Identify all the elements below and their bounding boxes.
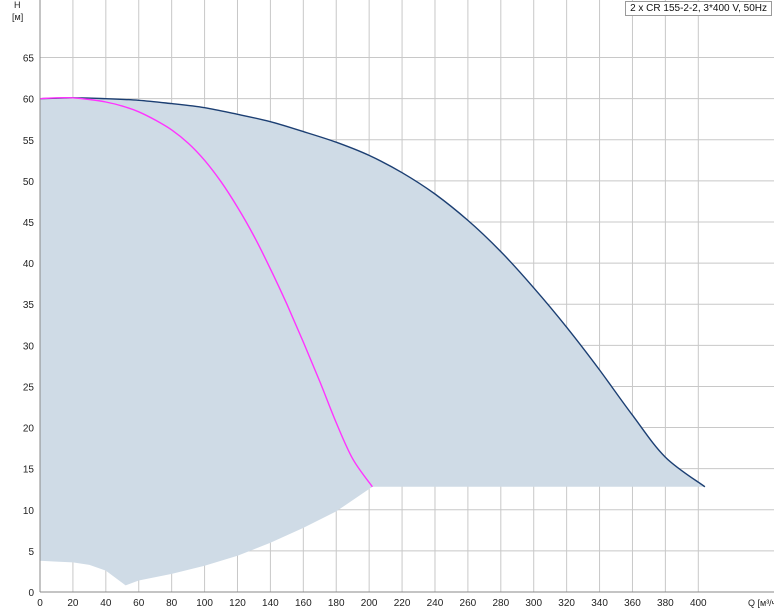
x-tick-labels: 0 20 40 60 80 100 120 140 160 180 200 220 240 260 280 3… <box>37 598 707 609</box>
y-tick-label: 20 <box>23 424 35 435</box>
y-tick-label: 15 <box>23 465 35 476</box>
legend: 2 x CR 155-2-2, 3*400 V, 50Hz <box>625 1 772 16</box>
y-tick-label: 60 <box>23 95 35 106</box>
y-tick-label: 65 <box>23 54 35 65</box>
x-tick-label: 200 <box>361 598 378 609</box>
x-tick-label: 140 <box>262 598 279 609</box>
x-tick-label: 60 <box>133 598 145 609</box>
x-axis-title: Q [м³/ч] <box>748 598 774 608</box>
x-tick-label: 80 <box>166 598 178 609</box>
y-tick-label: 10 <box>23 506 35 517</box>
x-tick-label: 360 <box>624 598 641 609</box>
y-tick-label: 30 <box>23 341 35 352</box>
x-tick-label: 320 <box>558 598 575 609</box>
x-tick-label: 100 <box>196 598 213 609</box>
x-tick-label: 120 <box>229 598 246 609</box>
x-tick-label: 40 <box>100 598 112 609</box>
x-tick-label: 300 <box>525 598 542 609</box>
y-tick-label: 5 <box>28 547 34 558</box>
y-axis-unit: [м] <box>12 12 23 22</box>
x-tick-label: 220 <box>394 598 411 609</box>
y-axis-title: H <box>14 0 21 10</box>
y-tick-label: 45 <box>23 218 35 229</box>
y-tick-labels: 0 5 10 15 20 25 30 35 40 45 50 55 60 65 <box>23 54 35 599</box>
x-tick-label: 260 <box>460 598 477 609</box>
y-tick-label: 0 <box>28 588 34 599</box>
y-tick-label: 35 <box>23 300 35 311</box>
pump-curve-chart: 0 5 10 15 20 25 30 35 40 45 50 55 60 65 0 20 40 60 80 100 1… <box>12 0 774 609</box>
x-tick-label: 280 <box>492 598 509 609</box>
x-tick-label: 340 <box>591 598 608 609</box>
x-tick-label: 20 <box>67 598 79 609</box>
x-tick-label: 380 <box>657 598 674 609</box>
legend-label: 2 x CR 155-2-2, 3*400 V, 50Hz <box>630 3 767 14</box>
y-tick-label: 50 <box>23 177 35 188</box>
y-tick-label: 40 <box>23 259 35 270</box>
y-tick-label: 55 <box>23 136 35 147</box>
x-tick-label: 180 <box>328 598 345 609</box>
y-tick-label: 25 <box>23 382 35 393</box>
x-tick-label: 400 <box>690 598 707 609</box>
x-tick-label: 160 <box>295 598 312 609</box>
x-tick-label: 240 <box>427 598 444 609</box>
x-tick-label: 0 <box>37 598 43 609</box>
